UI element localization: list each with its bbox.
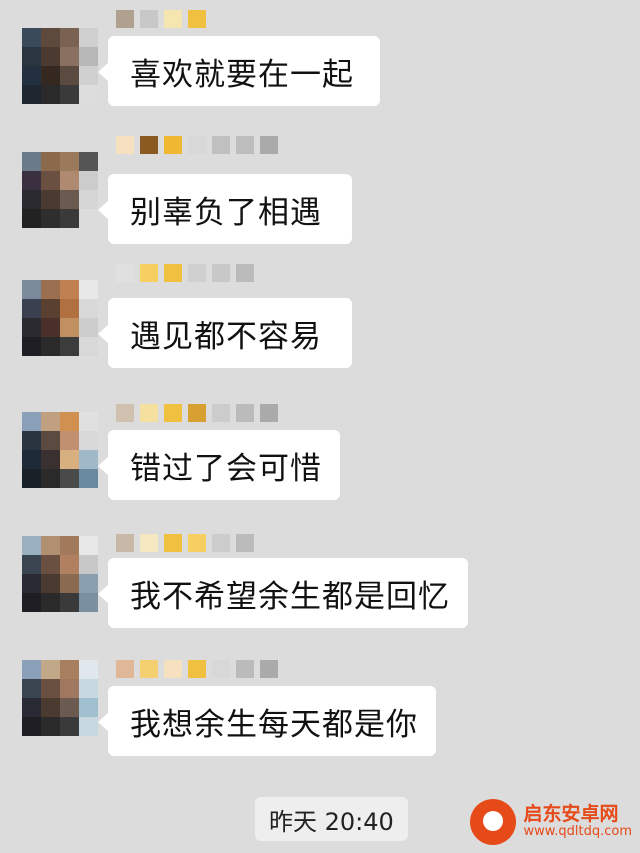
avatar[interactable] [22, 536, 98, 612]
message-row: 我想余生每天都是你 [0, 650, 640, 760]
timestamp: 昨天 20:40 [255, 797, 408, 841]
nickname-blur [116, 660, 278, 682]
avatar[interactable] [22, 280, 98, 356]
nickname-blur [116, 534, 254, 556]
nickname-blur [116, 10, 206, 32]
message-row: 喜欢就要在一起 [0, 10, 640, 120]
watermark: 启东安卓网 www.qdltdq.com [469, 799, 632, 845]
message-bubble[interactable]: 别辜负了相遇 [98, 174, 352, 244]
message-bubble[interactable]: 我不希望余生都是回忆 [98, 558, 468, 628]
nickname-blur [116, 136, 278, 158]
avatar[interactable] [22, 28, 98, 104]
watermark-url: www.qdltdq.com [523, 824, 632, 840]
message-row: 别辜负了相遇 [0, 134, 640, 244]
message-bubble[interactable]: 遇见都不容易 [98, 298, 352, 368]
message-row: 遇见都不容易 [0, 262, 640, 372]
watermark-logo-icon [469, 799, 516, 845]
watermark-name: 启东安卓网 [523, 803, 619, 826]
chat-area[interactable]: 喜欢就要在一起 别辜负了相遇 遇见都不容易 错过了会可惜 我不希望余生都是回忆 … [0, 0, 640, 853]
message-row: 错过了会可惜 [0, 394, 640, 504]
avatar[interactable] [22, 152, 98, 228]
nickname-blur [116, 404, 278, 426]
nickname-blur [116, 264, 254, 286]
message-bubble[interactable]: 错过了会可惜 [98, 430, 340, 500]
avatar[interactable] [22, 412, 98, 488]
message-row: 我不希望余生都是回忆 [0, 522, 640, 632]
avatar[interactable] [22, 660, 98, 736]
message-bubble[interactable]: 喜欢就要在一起 [98, 36, 380, 106]
message-bubble[interactable]: 我想余生每天都是你 [98, 686, 436, 756]
